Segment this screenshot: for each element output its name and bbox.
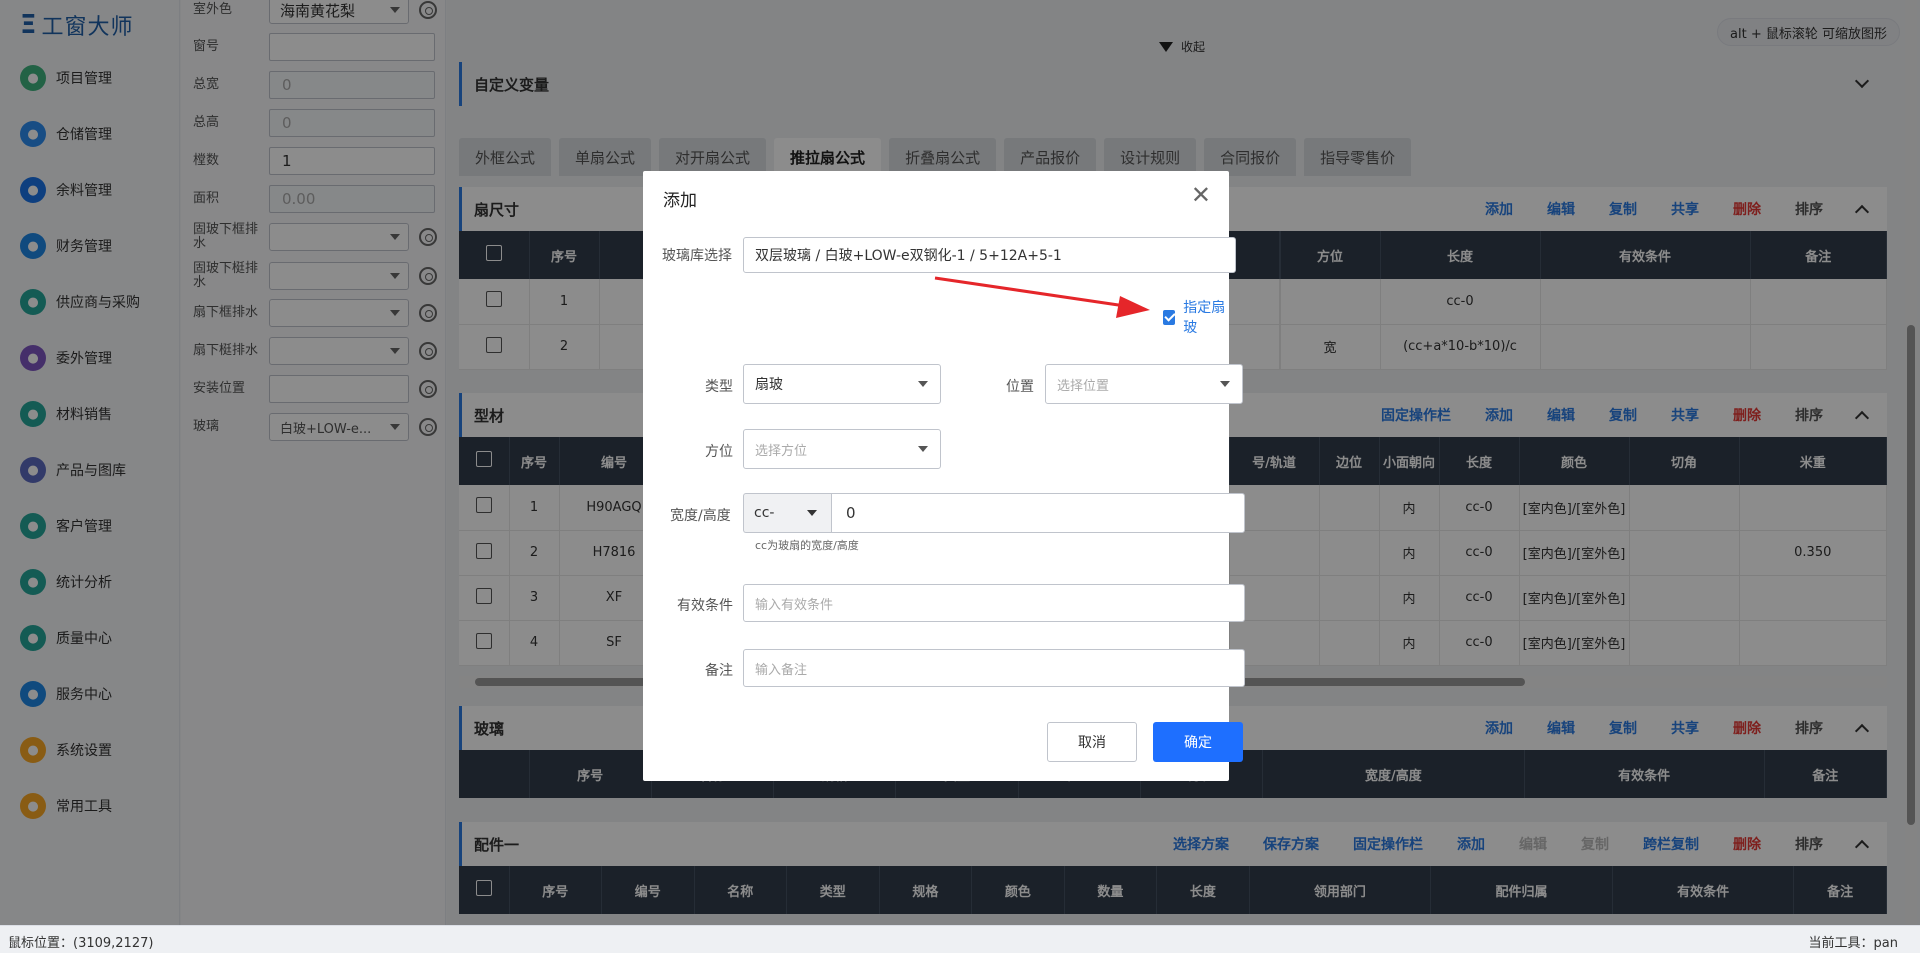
type-select[interactable]: 扇玻: [743, 364, 941, 404]
orientation-label: 方位: [705, 444, 733, 460]
check-icon: [1163, 309, 1176, 325]
current-tool: 当前工具：pan: [1808, 936, 1898, 951]
condition-label: 有效条件: [677, 598, 733, 614]
chevron-down-icon: [1220, 381, 1230, 387]
width-height-input[interactable]: 0: [831, 493, 1245, 533]
cancel-button[interactable]: 取消: [1047, 722, 1137, 762]
chevron-down-icon: [918, 381, 928, 387]
confirm-button[interactable]: 确定: [1153, 722, 1243, 762]
dialog-title: 添加: [663, 191, 697, 211]
add-dialog: 添加 ✕ 玻璃库选择 双层玻璃 / 白玻+LOW-e双钢化-1 / 5+12A+…: [643, 171, 1245, 781]
assign-sash-glass-checkbox[interactable]: 指定扇玻: [1163, 297, 1229, 337]
status-bar: 鼠标位置：(3109,2127) 当前工具：pan: [0, 925, 1920, 953]
condition-input[interactable]: 输入有效条件: [743, 584, 1245, 622]
position-select[interactable]: 选择位置: [1045, 364, 1243, 404]
position-label: 位置: [1006, 379, 1034, 395]
chevron-down-icon: [918, 446, 928, 452]
glass-lib-label: 玻璃库选择: [662, 248, 732, 264]
note-input[interactable]: 输入备注: [743, 649, 1245, 687]
width-height-label: 宽度/高度: [670, 508, 731, 524]
type-label: 类型: [705, 379, 733, 395]
wh-prefix-select[interactable]: cc-: [743, 493, 831, 533]
width-height-hint: cc为玻扇的宽度/高度: [755, 539, 859, 552]
glass-lib-input[interactable]: 双层玻璃 / 白玻+LOW-e双钢化-1 / 5+12A+5-1: [743, 237, 1236, 273]
close-icon[interactable]: ✕: [1191, 183, 1211, 207]
mouse-position: 鼠标位置：(3109,2127): [8, 936, 154, 951]
note-label: 备注: [705, 663, 733, 679]
chevron-down-icon: [807, 510, 817, 516]
orientation-select[interactable]: 选择方位: [743, 429, 941, 469]
